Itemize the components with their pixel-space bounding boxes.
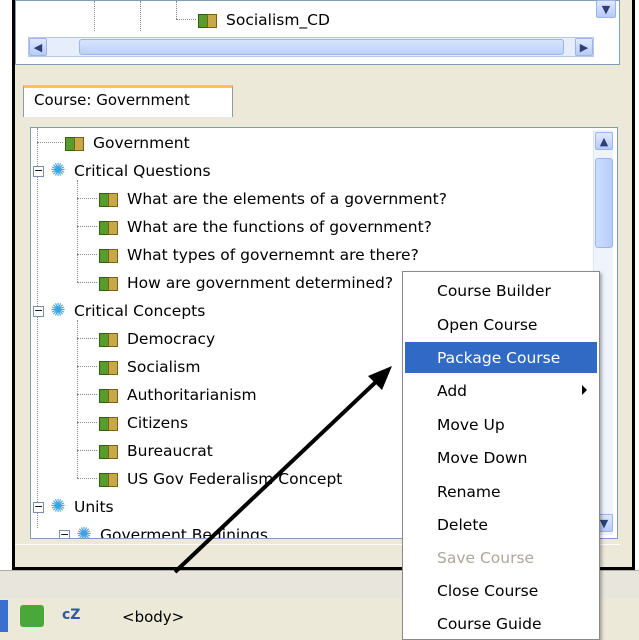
- annotation-arrow: [173, 366, 392, 574]
